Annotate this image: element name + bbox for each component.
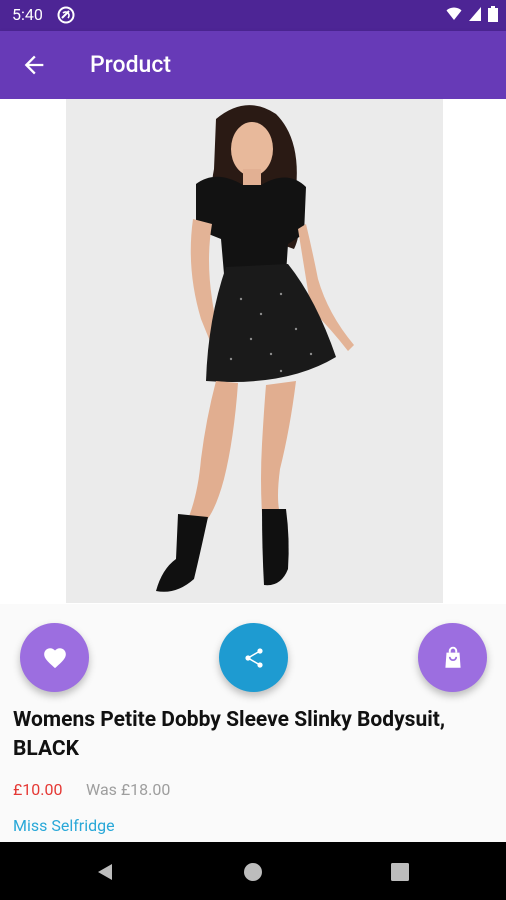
shopping-bag-icon: [444, 646, 461, 668]
product-price: £10.00: [13, 780, 63, 799]
system-nav-bar: [0, 842, 506, 900]
heart-icon: [43, 647, 66, 668]
battery-icon: [488, 6, 498, 22]
nav-home-icon[interactable]: [242, 861, 264, 883]
notification-icon: [57, 6, 75, 24]
nav-recents-icon[interactable]: [389, 861, 411, 883]
product-name: Womens Petite Dobby Sleeve Slinky Bodysu…: [13, 708, 446, 761]
status-time: 5:40: [12, 5, 43, 24]
system-icons: [446, 6, 498, 22]
arrow-back-icon[interactable]: [20, 51, 48, 79]
share-icon: [244, 647, 263, 668]
app-bar: Product: [0, 31, 506, 99]
product-was-price: Was £18.00: [86, 780, 171, 799]
status-bar: 5:40: [0, 0, 506, 31]
product-screen: 5:40 Product Womens Petite Dobby Sleeve …: [0, 0, 506, 900]
page-title: Product: [90, 51, 171, 78]
add-to-bag-button[interactable]: [418, 623, 487, 692]
product-brand-link[interactable]: Miss Selfridge: [13, 816, 115, 835]
nav-back-icon[interactable]: [94, 861, 116, 883]
share-button[interactable]: [219, 623, 288, 692]
product-image-container: [0, 99, 506, 604]
wifi-icon: [446, 7, 462, 20]
product-image[interactable]: [66, 99, 443, 603]
favorite-button[interactable]: [20, 623, 89, 692]
signal-icon: [469, 7, 481, 21]
